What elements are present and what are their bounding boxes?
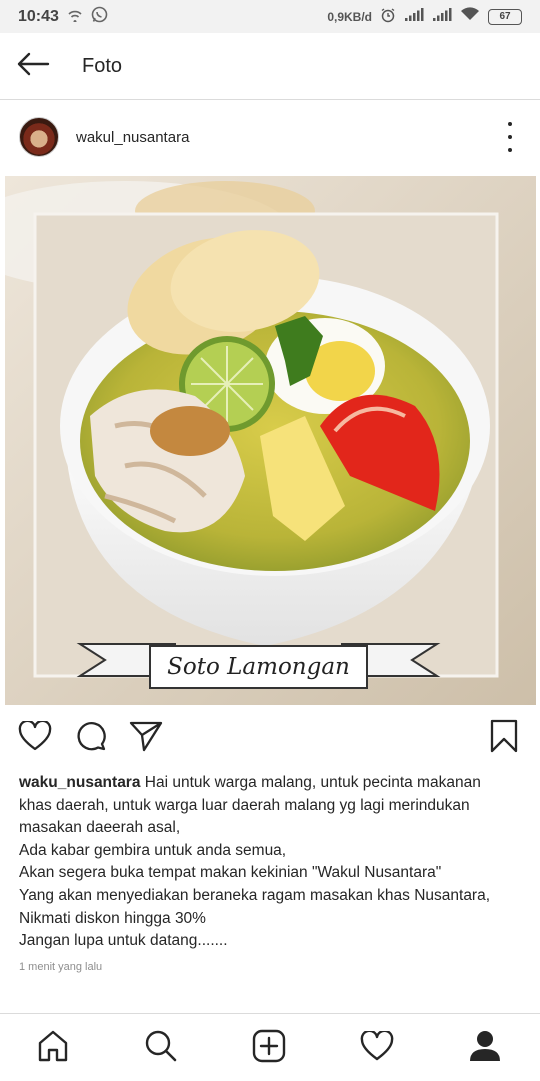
post-photo[interactable]: Soto Lamongan — [5, 176, 536, 705]
hotspot-icon — [67, 8, 83, 26]
status-bar-left: 10:43 — [18, 6, 108, 27]
whatsapp-icon — [91, 6, 108, 27]
caption-username[interactable]: waku_nusantara — [19, 774, 140, 791]
nav-add-post[interactable] — [249, 1028, 289, 1068]
caption-line: masakan daeerah asal, — [19, 819, 181, 837]
caption-line: Yang akan menyediakan beraneka ragam mas… — [19, 886, 491, 904]
signal-icon — [432, 7, 452, 26]
nav-search[interactable] — [141, 1028, 181, 1068]
bookmark-icon — [490, 719, 518, 758]
send-icon — [129, 720, 163, 757]
post-caption: waku_nusantara Hai untuk warga malang, u… — [19, 772, 524, 953]
status-time: 10:43 — [18, 7, 59, 25]
comment-icon — [75, 720, 107, 757]
share-button[interactable] — [128, 720, 164, 756]
bottom-nav — [0, 1013, 540, 1081]
more-options-button[interactable] — [500, 122, 520, 152]
comment-button[interactable] — [73, 720, 109, 756]
battery-level: 67 — [499, 11, 511, 22]
battery-icon: 67 — [488, 8, 522, 25]
page-title: Foto — [82, 54, 123, 77]
wifi-icon — [460, 7, 480, 26]
back-button[interactable] — [0, 33, 66, 99]
status-bar: 10:43 0,9KB/d 67 — [0, 0, 540, 33]
caption-line: Ada kabar gembira untuk anda semua, — [19, 841, 287, 859]
profile-icon — [468, 1029, 502, 1068]
home-icon — [36, 1029, 70, 1068]
post-username[interactable]: wakul_nusantara — [76, 129, 189, 146]
activity-heart-icon — [360, 1029, 394, 1066]
post-header: wakul_nusantara — [0, 100, 540, 174]
top-bar: Foto — [0, 33, 540, 100]
heart-icon — [18, 719, 52, 756]
search-icon — [144, 1029, 178, 1068]
caption-line: Jangan lupa untuk datang....... — [19, 932, 228, 950]
alarm-icon — [380, 7, 396, 27]
caption-line: waku_nusantara Hai untuk warga malang, u… — [19, 774, 481, 791]
like-button[interactable] — [17, 719, 53, 756]
network-speed: 0,9KB/d — [327, 9, 372, 24]
caption-line: khas daerah, untuk warga luar daerah mal… — [19, 796, 470, 814]
nav-activity[interactable] — [357, 1028, 397, 1068]
arrow-left-icon — [16, 52, 50, 81]
caption-line: Akan segera buka tempat makan kekinian "… — [19, 864, 442, 882]
photo-banner-text: Soto Lamongan — [167, 654, 350, 680]
caption-line: Nikmati diskon hingga 30% — [19, 909, 206, 927]
post-timestamp: 1 menit yang lalu — [19, 961, 103, 973]
more-vertical-icon — [508, 122, 512, 126]
nav-home[interactable] — [33, 1028, 73, 1068]
save-button[interactable] — [486, 719, 522, 758]
post-actions — [0, 712, 540, 762]
add-post-icon — [252, 1029, 286, 1068]
avatar[interactable] — [19, 117, 59, 157]
signal-icon — [404, 7, 424, 26]
nav-profile[interactable] — [465, 1028, 505, 1068]
soto-lamongan-image — [5, 176, 536, 705]
status-bar-right: 0,9KB/d 67 — [327, 7, 522, 27]
